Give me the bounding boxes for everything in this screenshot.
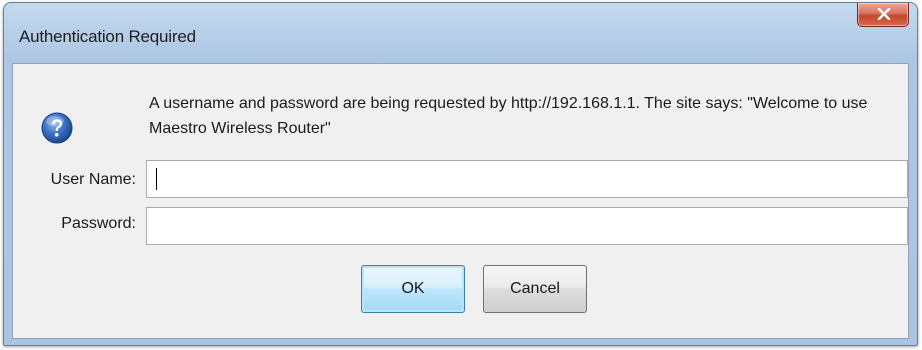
cancel-button[interactable]: Cancel xyxy=(483,265,587,313)
question-icon xyxy=(41,112,73,144)
window-title: Authentication Required xyxy=(19,27,196,46)
auth-dialog-window: Authentication Required A username and p… xyxy=(3,2,918,346)
ok-button[interactable]: OK xyxy=(361,265,465,313)
password-label: Password: xyxy=(61,215,136,232)
close-icon xyxy=(877,8,891,20)
text-caret xyxy=(156,168,157,190)
username-input[interactable] xyxy=(146,160,908,198)
password-input[interactable] xyxy=(146,207,908,245)
close-button[interactable] xyxy=(857,3,909,27)
username-label: User Name: xyxy=(50,171,136,188)
dialog-content: A username and password are being reques… xyxy=(12,63,909,339)
auth-message: A username and password are being reques… xyxy=(149,95,868,137)
title-bar[interactable]: Authentication Required xyxy=(4,3,917,63)
